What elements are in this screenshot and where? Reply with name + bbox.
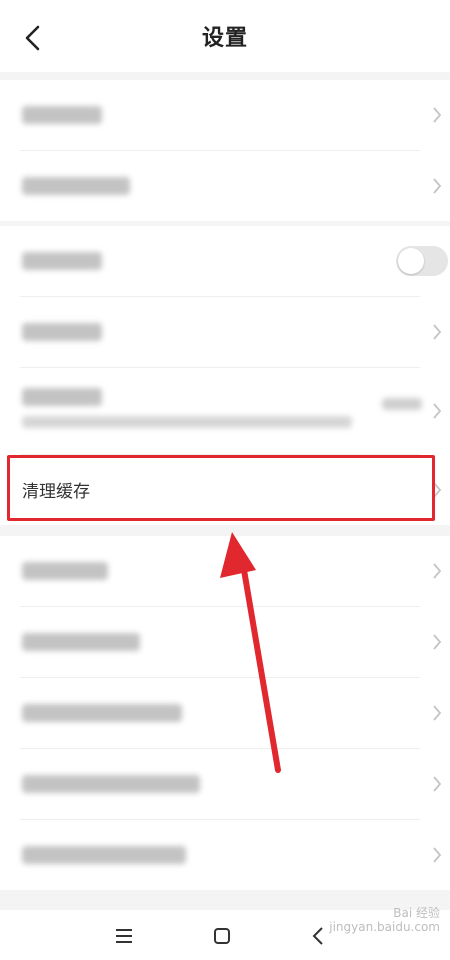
chevron-right-icon: [433, 847, 442, 863]
app-header: 设置: [0, 0, 450, 72]
menu-icon[interactable]: [114, 928, 134, 944]
setting-toggle[interactable]: [396, 246, 448, 276]
chevron-right-icon: [433, 403, 442, 419]
settings-row[interactable]: [20, 536, 442, 607]
back-nav-icon[interactable]: [308, 926, 328, 946]
chevron-right-icon: [433, 563, 442, 579]
blurred-label: [22, 633, 140, 651]
blurred-label: [22, 323, 102, 341]
blurred-label: [22, 846, 186, 864]
watermark: Bai 经验 jingyan.baidu.com: [329, 906, 440, 934]
chevron-right-icon: [433, 324, 442, 340]
watermark-line1: Bai 经验: [393, 906, 440, 920]
settings-row-clear-cache[interactable]: 清理缓存: [20, 455, 442, 525]
toggle-knob: [398, 248, 424, 274]
chevron-right-icon: [433, 705, 442, 721]
blurred-label: [22, 388, 102, 406]
blurred-label: [22, 106, 102, 124]
blurred-subtitle: [22, 416, 352, 428]
chevron-right-icon: [433, 107, 442, 123]
settings-row[interactable]: [20, 80, 442, 151]
blurred-value: [382, 398, 422, 410]
settings-group-1: [0, 80, 450, 221]
settings-row[interactable]: [20, 297, 442, 368]
chevron-right-icon: [433, 634, 442, 650]
chevron-right-icon: [433, 776, 442, 792]
settings-row[interactable]: [20, 607, 442, 678]
blurred-label: [22, 775, 200, 793]
blurred-label: [22, 562, 108, 580]
page-title: 设置: [201, 26, 248, 51]
settings-row[interactable]: [20, 678, 442, 749]
chevron-right-icon: [433, 178, 442, 194]
chevron-right-icon: [433, 482, 442, 498]
settings-group-2: 清理缓存: [0, 226, 450, 525]
clear-cache-label: 清理缓存: [22, 482, 90, 502]
settings-row-toggle[interactable]: [20, 226, 448, 297]
blurred-label: [22, 252, 102, 270]
home-icon[interactable]: [212, 926, 232, 946]
settings-group-3: [0, 536, 450, 890]
settings-row[interactable]: [20, 368, 442, 455]
settings-row[interactable]: [20, 151, 442, 221]
watermark-line2: jingyan.baidu.com: [329, 920, 440, 934]
settings-row[interactable]: [20, 749, 442, 820]
blurred-label: [22, 177, 130, 195]
blurred-label: [22, 704, 182, 722]
settings-row[interactable]: [20, 820, 442, 890]
